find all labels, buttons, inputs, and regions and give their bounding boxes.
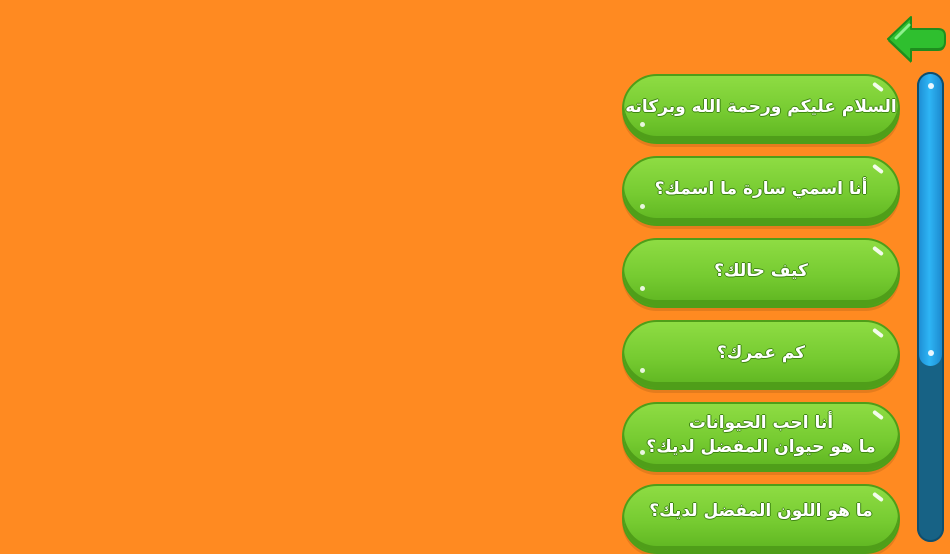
thumb-highlight (928, 350, 934, 356)
phrase-line: ما هو اللون المفضل لديك؟ (649, 501, 873, 521)
scrollbar-thumb[interactable] (919, 74, 942, 366)
shine-highlight (872, 81, 884, 93)
shine-highlight (872, 245, 884, 257)
phrase-button[interactable]: السلام عليكم ورحمة الله وبركاته (622, 74, 900, 144)
scrollbar-track[interactable] (917, 72, 944, 542)
phrase-button[interactable]: كم عمرك؟ (622, 320, 900, 390)
phrase-button[interactable]: كيف حالك؟ (622, 238, 900, 308)
shine-highlight (640, 286, 645, 291)
shine-highlight (872, 163, 884, 175)
shine-highlight (640, 204, 645, 209)
phrase-button[interactable]: أنا اسمي سارة ما اسمك؟ (622, 156, 900, 226)
phrase-list: السلام عليكم ورحمة الله وبركاته أنا اسمي… (622, 0, 902, 554)
shine-highlight (640, 450, 645, 455)
phrase-button[interactable]: ما هو اللون المفضل لديك؟ (622, 484, 900, 554)
phrase-line: أنا اسمي سارة ما اسمك؟ (654, 179, 868, 199)
phrase-line: ما هو حيوان المفضل لديك؟ (646, 437, 876, 457)
thumb-highlight (928, 83, 934, 89)
phrase-label: السلام عليكم ورحمة الله وبركاته (615, 95, 907, 123)
phrase-line: كيف حالك؟ (714, 261, 808, 281)
shine-highlight (640, 368, 645, 373)
shine-highlight (640, 122, 645, 127)
phrase-label: أنا احب الحيوانات ما هو حيوان المفضل لدي… (636, 411, 885, 463)
phrase-line: كم عمرك؟ (716, 343, 806, 363)
phrase-line: السلام عليكم ورحمة الله وبركاته (625, 97, 897, 117)
phrase-button[interactable]: أنا احب الحيوانات ما هو حيوان المفضل لدي… (622, 402, 900, 472)
shine-highlight (872, 327, 884, 339)
phrase-line: أنا احب الحيوانات (688, 413, 834, 433)
phrase-label: ما هو اللون المفضل لديك؟ (639, 499, 882, 539)
phrase-label: كيف حالك؟ (704, 259, 818, 287)
phrase-label: كم عمرك؟ (707, 341, 815, 369)
phrase-label: أنا اسمي سارة ما اسمك؟ (645, 177, 878, 205)
